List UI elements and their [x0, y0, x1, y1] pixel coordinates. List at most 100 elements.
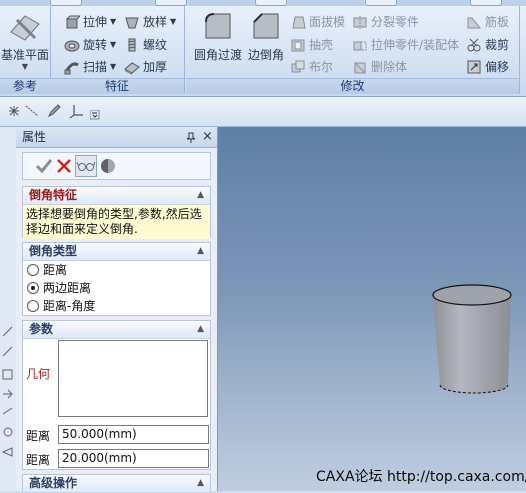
- split-part-button[interactable]: 分裂零件: [352, 12, 419, 32]
- offset-button[interactable]: 偏移: [466, 57, 509, 77]
- revolve-icon: [64, 37, 80, 53]
- section-header-chamfer-type[interactable]: 倒角类型 ▲: [23, 243, 210, 261]
- offset-icon: [466, 59, 482, 75]
- group-label-modify: 修改: [186, 78, 519, 94]
- radio-button-selected[interactable]: [27, 282, 39, 294]
- fillet-button[interactable]: 圆角过渡: [192, 10, 244, 63]
- loft-label: 放样: [143, 15, 168, 29]
- extend-part-icon: [352, 37, 368, 53]
- chevron-down-icon: ▼: [110, 62, 117, 71]
- 3d-viewport[interactable]: CAXA论坛 http://top.caxa.com/: [218, 127, 526, 491]
- chevron-down-icon: ▼: [170, 17, 177, 26]
- section-title: 倒角类型: [29, 244, 78, 258]
- shading-sphere-icon[interactable]: [99, 157, 117, 178]
- distance1-input[interactable]: 50.000(mm): [58, 425, 209, 444]
- collapse-caret-icon[interactable]: ▲: [197, 243, 204, 260]
- radio-button[interactable]: [27, 300, 39, 312]
- section-header-parameters[interactable]: 参数 ▲: [23, 321, 210, 339]
- section-title: 倒角特征: [29, 188, 78, 202]
- pin-icon[interactable]: [186, 127, 196, 154]
- thicken-label: 加厚: [143, 60, 168, 74]
- distance2-input[interactable]: 20.000(mm): [58, 449, 209, 468]
- extrude-button[interactable]: 拉伸 ▼: [64, 12, 116, 32]
- ribbon: 基准平面 ▼ 参考 拉伸 ▼ 旋转 ▼ 扫描 ▼ 放样 ▼ 螺纹 加厚 特征 圆…: [0, 0, 526, 97]
- left-strip-icons[interactable]: [0, 322, 16, 482]
- section-header-advanced[interactable]: 高级操作 ▲: [23, 475, 210, 493]
- radio-label: 距离: [43, 263, 68, 277]
- face-draft-icon: [290, 14, 306, 30]
- properties-panel: 属性 × 倒角特征 ▲ 选择想要倒角的类型,参数,然后选择边和面来定义倒角. 倒…: [16, 127, 218, 493]
- sweep-button[interactable]: 扫描 ▼: [64, 57, 116, 77]
- radio-distance[interactable]: 距离: [23, 261, 210, 279]
- extrude-label: 拉伸: [83, 15, 108, 29]
- delete-body-icon: [352, 59, 368, 75]
- toolbar-options-icon[interactable]: [89, 109, 100, 120]
- thread-button[interactable]: 螺纹: [124, 35, 167, 55]
- delete-body-button[interactable]: 删除体: [352, 57, 407, 77]
- radio-label: 距离-角度: [43, 299, 96, 313]
- revolve-label: 旋转: [83, 38, 108, 52]
- datum-plane-button[interactable]: 基准平面 ▼: [0, 10, 50, 71]
- snap-point-icon[interactable]: [6, 103, 22, 119]
- confirm-check-icon[interactable]: [35, 157, 53, 178]
- thicken-button[interactable]: 加厚: [124, 57, 167, 77]
- split-part-icon: [352, 14, 368, 30]
- panel-title-bar: 属性 ×: [16, 127, 217, 148]
- collapse-caret-icon[interactable]: ▲: [197, 187, 204, 204]
- chamfer-button[interactable]: 边倒角: [244, 10, 288, 63]
- radio-two-distances[interactable]: 两边距离: [23, 279, 210, 297]
- face-draft-button[interactable]: 面拔模: [290, 12, 345, 32]
- axis-triad-icon[interactable]: [68, 103, 84, 119]
- left-tool-strip: [0, 127, 17, 491]
- secondary-toolbar: [0, 97, 526, 127]
- ribbon-group-modify: 圆角过渡 边倒角 面拔模 抽壳 布尔 分裂零件 拉伸零件/装配体 删除体 筋板 …: [186, 6, 520, 94]
- thread-icon: [124, 37, 140, 53]
- edit-pen-icon[interactable]: [46, 103, 62, 119]
- fillet-label: 圆角过渡: [193, 48, 242, 62]
- section-title: 参数: [29, 322, 54, 336]
- radio-button[interactable]: [27, 264, 39, 276]
- geometry-selection-list[interactable]: [58, 340, 208, 417]
- collapse-caret-icon[interactable]: ▲: [197, 475, 204, 492]
- revolve-button[interactable]: 旋转 ▼: [64, 35, 116, 55]
- trim-icon: [466, 37, 482, 53]
- distance2-label: 距离: [26, 453, 51, 467]
- loft-button[interactable]: 放样 ▼: [124, 12, 176, 32]
- action-bar: [22, 152, 211, 180]
- datum-plane-icon: [7, 10, 43, 44]
- extrude-icon: [64, 14, 82, 30]
- sweep-label: 扫描: [83, 60, 108, 74]
- section-chamfer-feature: 倒角特征 ▲ 选择想要倒角的类型,参数,然后选择边和面来定义倒角.: [22, 186, 211, 239]
- distance1-label: 距离: [26, 429, 51, 443]
- line-tool-icon[interactable]: [24, 103, 40, 119]
- collapse-caret-icon[interactable]: ▲: [197, 321, 204, 338]
- trim-button[interactable]: 裁剪: [466, 35, 509, 55]
- shell-icon: [290, 37, 306, 53]
- ribbon-group-features: 拉伸 ▼ 旋转 ▼ 扫描 ▼ 放样 ▼ 螺纹 加厚 特征: [50, 6, 185, 94]
- fillet-icon: [200, 10, 236, 44]
- boolean-label: 布尔: [309, 60, 334, 74]
- chevron-down-icon: ▼: [110, 17, 117, 26]
- shell-label: 抽壳: [309, 38, 334, 52]
- section-header-chamfer-feature[interactable]: 倒角特征 ▲: [23, 187, 210, 205]
- panel-title: 属性: [22, 130, 47, 144]
- face-draft-label: 面拔模: [309, 15, 346, 29]
- close-panel-button[interactable]: ×: [202, 127, 213, 147]
- group-label-features: 特征: [50, 78, 184, 94]
- extend-part-label: 拉伸零件/装配体: [371, 38, 460, 52]
- split-part-label: 分裂零件: [371, 15, 420, 29]
- shell-button[interactable]: 抽壳: [290, 35, 333, 55]
- boolean-icon: [290, 59, 306, 75]
- cylinder-model[interactable]: [218, 127, 526, 491]
- cancel-x-icon[interactable]: [55, 157, 73, 178]
- thread-label: 螺纹: [143, 38, 168, 52]
- section-chamfer-type: 倒角类型 ▲ 距离 两边距离 距离-角度: [22, 242, 211, 316]
- radio-distance-angle[interactable]: 距离-角度: [23, 297, 210, 315]
- boolean-button[interactable]: 布尔: [290, 57, 333, 77]
- section-advanced: 高级操作 ▲: [22, 474, 211, 493]
- delete-body-label: 删除体: [371, 60, 408, 74]
- preview-glasses-icon[interactable]: [75, 155, 97, 177]
- extend-part-button[interactable]: 拉伸零件/装配体: [352, 35, 459, 55]
- rib-button[interactable]: 筋板: [466, 12, 509, 32]
- rib-label: 筋板: [485, 15, 510, 29]
